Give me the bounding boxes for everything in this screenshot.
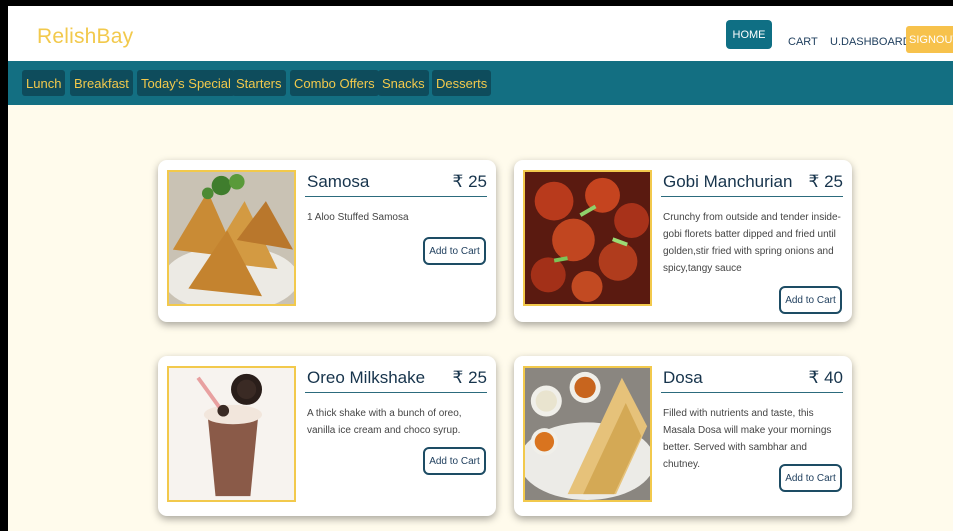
- menu-card-dosa: Dosa ₹ 40 Filled with nutrients and tast…: [514, 356, 852, 516]
- menu-card-gobi-manchurian: Gobi Manchurian ₹ 25 Crunchy from outsid…: [514, 160, 852, 322]
- title-divider: [661, 392, 843, 393]
- nav-cart-link[interactable]: CART: [788, 36, 818, 48]
- item-name: Gobi Manchurian: [663, 172, 793, 191]
- item-price: ₹ 25: [452, 172, 487, 191]
- top-navbar: RelishBay HOME CART U.DASHBOARD SIGNOUT: [8, 6, 953, 61]
- title-divider: [305, 196, 487, 197]
- dosa-photo: [523, 366, 652, 502]
- item-description: 1 Aloo Stuffed Samosa: [307, 212, 409, 223]
- nav-dashboard-link[interactable]: U.DASHBOARD: [830, 36, 911, 48]
- title-divider: [661, 196, 843, 197]
- signout-button[interactable]: SIGNOUT: [906, 26, 953, 53]
- menu-card-samosa: Samosa ₹ 25 1 Aloo Stuffed Samosa Add to…: [158, 160, 496, 322]
- category-snacks[interactable]: Snacks: [378, 70, 429, 96]
- item-name: Oreo Milkshake: [307, 368, 426, 387]
- add-to-cart-button[interactable]: Add to Cart: [423, 447, 486, 475]
- title-divider: [305, 392, 487, 393]
- menu-card-oreo-milkshake: Oreo Milkshake ₹ 25 A thick shake with a…: [158, 356, 496, 516]
- item-price: ₹ 40: [808, 368, 843, 387]
- item-price: ₹ 25: [808, 172, 843, 191]
- app-frame: RelishBay HOME CART U.DASHBOARD SIGNOUT …: [8, 6, 953, 531]
- item-description: A thick shake with a bunch of oreo, vani…: [307, 408, 462, 436]
- samosa-photo: [167, 170, 296, 306]
- item-description: Filled with nutrients and taste, this Ma…: [663, 408, 832, 470]
- brand-logo[interactable]: RelishBay: [37, 25, 133, 49]
- gobi-manchurian-photo: [523, 170, 652, 306]
- item-description: Crunchy from outside and tender inside-g…: [663, 212, 841, 274]
- category-starters[interactable]: Starters: [232, 70, 286, 96]
- category-breakfast[interactable]: Breakfast: [70, 70, 133, 96]
- item-price: ₹ 25: [452, 368, 487, 387]
- item-name: Samosa: [307, 172, 370, 191]
- add-to-cart-button[interactable]: Add to Cart: [423, 237, 486, 265]
- add-to-cart-button[interactable]: Add to Cart: [779, 464, 842, 492]
- nav-home-button[interactable]: HOME: [726, 20, 772, 49]
- category-lunch[interactable]: Lunch: [22, 70, 66, 96]
- category-bar: Lunch Breakfast Today's Special Starters…: [8, 61, 953, 105]
- category-desserts[interactable]: Desserts: [432, 70, 492, 96]
- category-combo-offers[interactable]: Combo Offers: [290, 70, 379, 96]
- oreo-milkshake-photo: [167, 366, 296, 502]
- item-name: Dosa: [663, 368, 703, 387]
- add-to-cart-button[interactable]: Add to Cart: [779, 286, 842, 314]
- category-todays-special[interactable]: Today's Special: [137, 70, 235, 96]
